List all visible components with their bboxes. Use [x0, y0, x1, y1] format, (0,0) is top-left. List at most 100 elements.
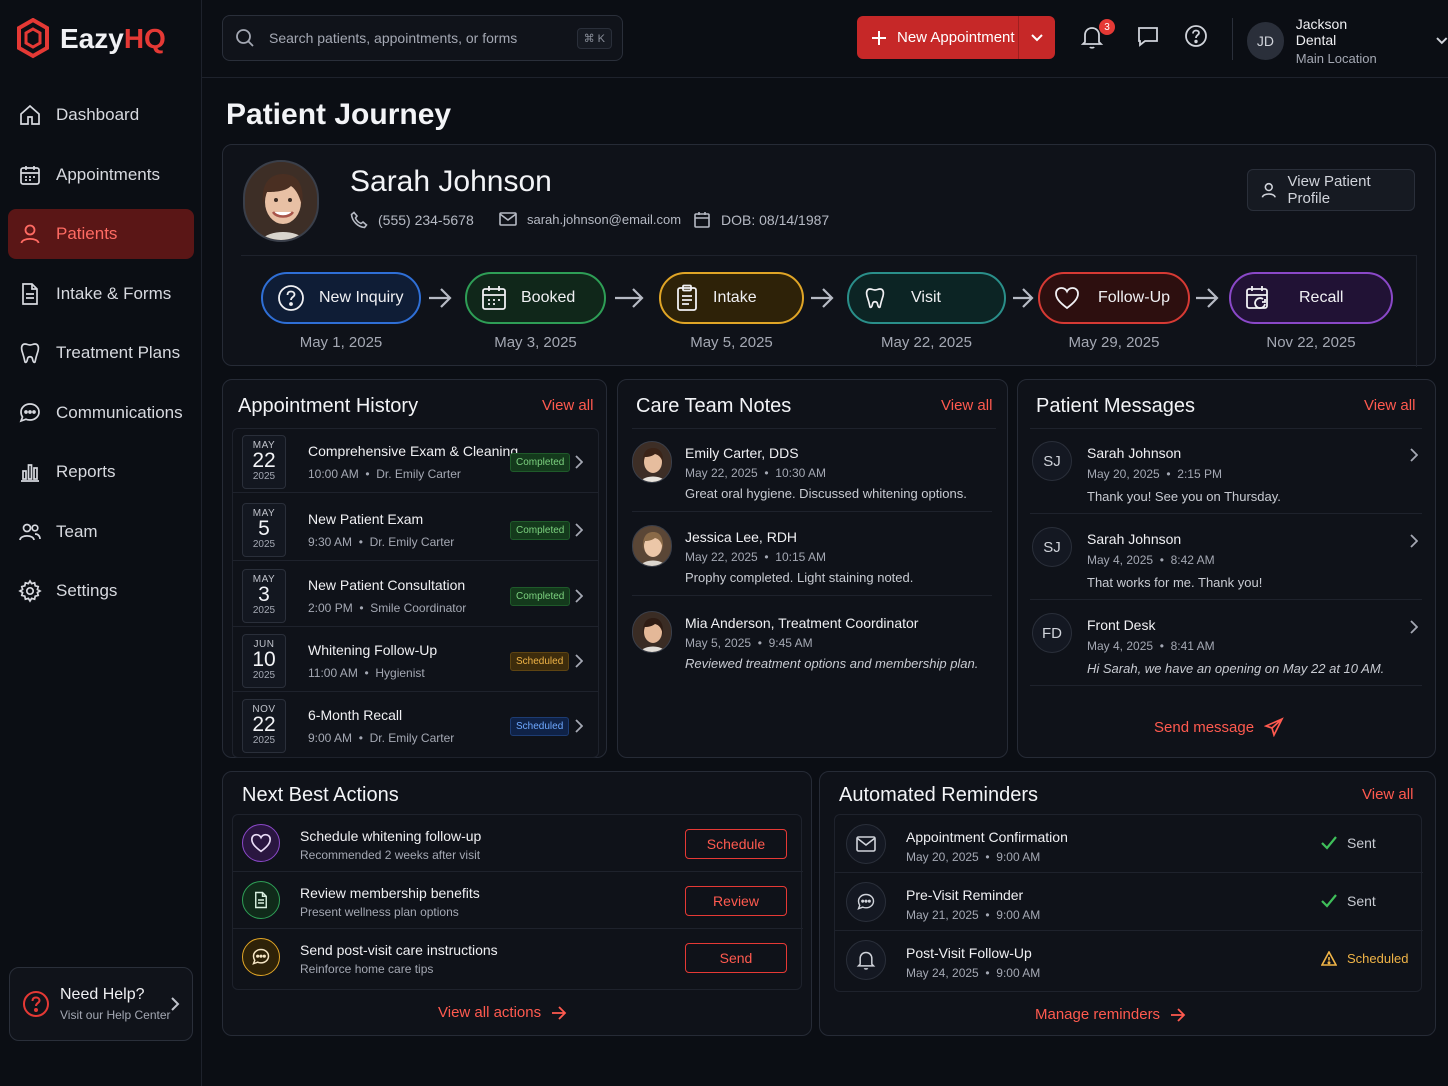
message-text: Hi Sarah, we have an opening on May 22 a…	[1087, 661, 1385, 676]
sidebar-item-label: Dashboard	[56, 105, 140, 124]
new-appointment-dropdown[interactable]	[1019, 33, 1055, 42]
list-item[interactable]: NOV 22 2025 6-Month Recall 9:00 AM • Dr.…	[233, 693, 598, 757]
sidebar-item-communications[interactable]: Communications	[8, 388, 194, 438]
sidebar-item-team[interactable]: Team	[8, 507, 194, 557]
list-item[interactable]: JUN 10 2025 Whitening Follow-Up 11:00 AM…	[233, 628, 598, 692]
chevron-right-icon	[575, 523, 583, 537]
schedule-button[interactable]: Schedule	[685, 829, 787, 859]
warning-icon	[1321, 951, 1337, 966]
patient-card: Sarah Johnson (555) 234-5678 sarah.johns…	[222, 144, 1436, 367]
manage-reminders-label: Manage reminders	[1035, 1006, 1161, 1023]
sidebar-item-appointments[interactable]: Appointments	[8, 150, 194, 200]
journey-stage-intake[interactable]: Intake	[659, 272, 804, 324]
chevron-right-icon	[575, 589, 583, 603]
list-item[interactable]: MAY 5 2025 New Patient Exam 9:30 AM • Dr…	[233, 497, 598, 561]
list-item[interactable]: MAY 3 2025 New Patient Consultation 2:00…	[233, 563, 598, 627]
help-title: Need Help?	[60, 986, 145, 1003]
manage-reminders-link[interactable]: Manage reminders	[1035, 1006, 1186, 1023]
action-icon-wrap	[242, 824, 280, 862]
chat-icon	[252, 948, 270, 965]
date-year: 2025	[252, 670, 276, 681]
arrow-right-icon	[1013, 288, 1034, 308]
list-item[interactable]: MAY 22 2025 Comprehensive Exam & Cleanin…	[233, 429, 598, 493]
search-shortcut: ⌘ K	[576, 28, 612, 49]
send-message-link[interactable]: Send message	[1154, 717, 1284, 737]
review-button[interactable]: Review	[685, 886, 787, 916]
stage-label: Intake	[713, 289, 757, 306]
appointment-history-panel: Appointment History View all MAY 22 2025…	[222, 379, 607, 758]
send-message-label: Send message	[1154, 718, 1255, 736]
action-subtitle: Reinforce home care tips	[300, 962, 434, 976]
journey-stage-recall[interactable]: Recall	[1229, 272, 1393, 324]
search-box[interactable]: ⌘ K	[222, 15, 623, 61]
list-item[interactable]: SJ Sarah Johnson May 4, 2025 • 8:42 AM T…	[1030, 514, 1422, 600]
list-item[interactable]: Jessica Lee, RDH May 22, 2025 • 10:15 AM…	[632, 512, 992, 596]
message-date: May 20, 2025 • 2:15 PM	[1087, 467, 1222, 481]
list-item[interactable]: Emily Carter, DDS May 22, 2025 • 10:30 A…	[632, 428, 992, 512]
action-subtitle: Present wellness plan options	[300, 905, 459, 919]
account-menu[interactable]: JD Jackson Dental Main Location	[1247, 16, 1448, 66]
topbar-divider	[1232, 18, 1233, 60]
list-item[interactable]: FD Front Desk May 4, 2025 • 8:41 AM Hi S…	[1030, 600, 1422, 686]
appointment-meta: 2:00 PM • Smile Coordinator	[308, 601, 467, 615]
avatar: FD	[1032, 613, 1072, 653]
search-input[interactable]	[269, 30, 559, 46]
message-icon	[1138, 27, 1158, 47]
sidebar-item-treatment-plans[interactable]: Treatment Plans	[8, 328, 194, 378]
view-all-link[interactable]: View all	[1362, 786, 1413, 803]
stage-date: May 5, 2025	[690, 334, 773, 351]
mail-icon	[499, 212, 517, 226]
sidebar-item-label: Team	[56, 521, 98, 541]
list-item[interactable]: Mia Anderson, Treatment Coordinator May …	[632, 598, 992, 682]
new-appointment-main[interactable]: New Appointment	[857, 16, 1019, 59]
date-badge: NOV 22 2025	[242, 699, 286, 753]
help-button[interactable]	[1184, 24, 1208, 48]
appointment-list: MAY 22 2025 Comprehensive Exam & Cleanin…	[232, 428, 599, 758]
sidebar-item-patients[interactable]: Patients	[8, 209, 194, 259]
journey-stage-follow-up[interactable]: Follow-Up	[1038, 272, 1190, 324]
send-button[interactable]: Send	[685, 943, 787, 973]
team-icon	[19, 523, 41, 540]
view-all-actions-link[interactable]: View all actions	[438, 1004, 567, 1021]
date-year: 2025	[252, 735, 276, 746]
sidebar-item-reports[interactable]: Reports	[8, 447, 194, 497]
appointment-meta: 11:00 AM • Hygienist	[308, 666, 425, 680]
list-item[interactable]: Pre-Visit Reminder May 21, 2025 • 9:00 A…	[835, 873, 1423, 931]
reminders-list: Appointment Confirmation May 20, 2025 • …	[834, 814, 1423, 992]
chevron-down-icon	[1031, 33, 1043, 41]
list-item[interactable]: SJ Sarah Johnson May 20, 2025 • 2:15 PM …	[1030, 428, 1422, 514]
calendar-icon	[20, 165, 40, 185]
mail-icon	[856, 836, 876, 852]
sidebar-item-intake-forms[interactable]: Intake & Forms	[8, 269, 194, 319]
clipboard-icon	[677, 284, 697, 311]
avatar: SJ	[1032, 441, 1072, 481]
view-all-link[interactable]: View all	[542, 397, 593, 414]
check-icon	[1321, 894, 1337, 908]
journey-stage-new-inquiry[interactable]: New Inquiry	[261, 272, 421, 324]
patient-email[interactable]: sarah.johnson@email.com	[499, 211, 681, 227]
view-patient-profile-button[interactable]: View Patient Profile	[1247, 169, 1415, 211]
new-appointment-button[interactable]: New Appointment	[857, 16, 1055, 59]
account-name: Jackson Dental	[1295, 16, 1348, 48]
sidebar-item-settings[interactable]: Settings	[8, 566, 194, 616]
phone-icon	[350, 211, 368, 229]
journey-stage-visit[interactable]: Visit	[847, 272, 1006, 324]
view-all-link[interactable]: View all	[1364, 397, 1415, 414]
date-badge: MAY 3 2025	[242, 569, 286, 623]
logo[interactable]: EazyHQ	[16, 18, 166, 60]
note-text: Prophy completed. Light staining noted.	[685, 570, 914, 585]
patient-phone[interactable]: (555) 234-5678	[350, 211, 474, 229]
list-item[interactable]: Appointment Confirmation May 20, 2025 • …	[835, 815, 1423, 873]
list-item[interactable]: Post-Visit Follow-Up May 24, 2025 • 9:00…	[835, 931, 1423, 989]
journey-stage-booked[interactable]: Booked	[465, 272, 606, 324]
avatar	[632, 611, 672, 653]
sidebar-item-dashboard[interactable]: Dashboard	[8, 90, 194, 140]
date-badge: MAY 5 2025	[242, 503, 286, 557]
chevron-right-icon	[575, 719, 583, 733]
view-all-link[interactable]: View all	[941, 397, 992, 414]
help-center-card[interactable]: Need Help? Visit our Help Center	[9, 967, 193, 1041]
logo-icon	[17, 18, 49, 59]
messages-button[interactable]	[1136, 24, 1160, 48]
reminder-title: Pre-Visit Reminder	[906, 887, 1024, 903]
question-icon	[23, 991, 49, 1017]
